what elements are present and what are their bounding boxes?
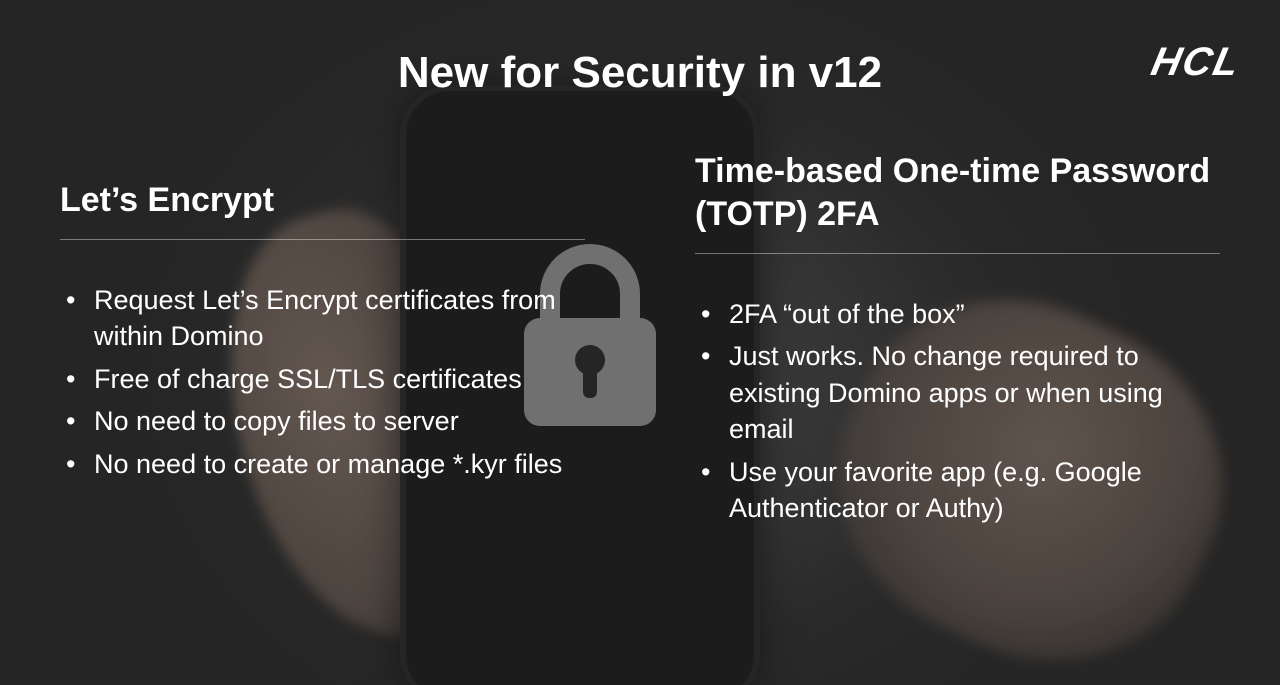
left-bullet-list: Request Let’s Encrypt certificates from … xyxy=(60,282,585,482)
list-item: Free of charge SSL/TLS certificates xyxy=(60,361,585,397)
list-item: Use your favorite app (e.g. Google Authe… xyxy=(695,454,1220,527)
list-item: Request Let’s Encrypt certificates from … xyxy=(60,282,585,355)
list-item: No need to copy files to server xyxy=(60,403,585,439)
list-item: No need to create or manage *.kyr files xyxy=(60,446,585,482)
slide-title: New for Security in v12 xyxy=(0,48,1280,98)
list-item: 2FA “out of the box” xyxy=(695,296,1220,332)
content-columns: Let’s Encrypt Request Let’s Encrypt cert… xyxy=(60,150,1220,533)
left-heading: Let’s Encrypt xyxy=(60,150,585,240)
right-column: Time-based One-time Password (TOTP) 2FA … xyxy=(695,150,1220,533)
list-item: Just works. No change required to existi… xyxy=(695,338,1220,447)
left-column: Let’s Encrypt Request Let’s Encrypt cert… xyxy=(60,150,585,533)
right-heading: Time-based One-time Password (TOTP) 2FA xyxy=(695,150,1220,254)
right-bullet-list: 2FA “out of the box” Just works. No chan… xyxy=(695,296,1220,527)
